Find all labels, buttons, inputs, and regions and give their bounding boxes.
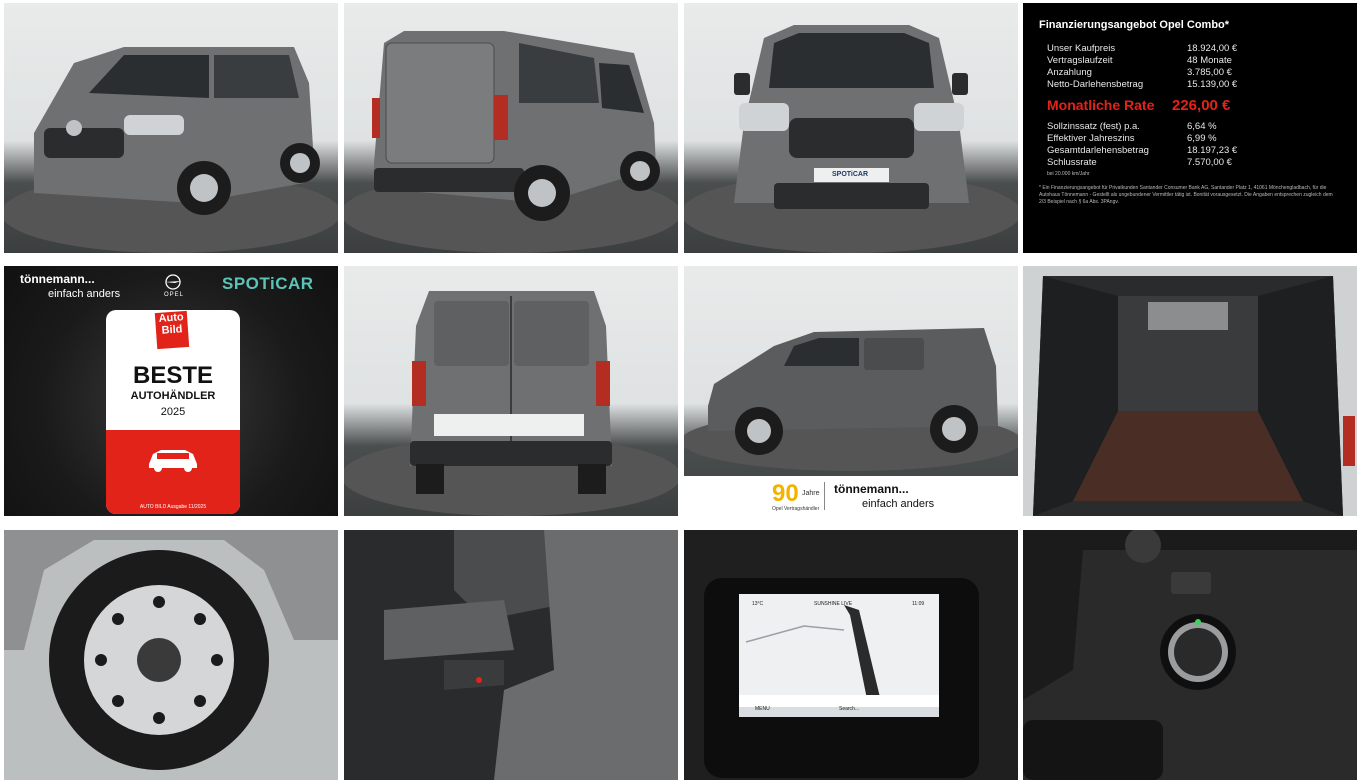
- car-icon: [149, 450, 197, 472]
- screen-time: 11:09: [912, 601, 925, 607]
- gallery-award-badge[interactable]: tönnemann... einfach anders OPEL SPOTiCA…: [4, 266, 338, 516]
- spoticar-logo: SPOTiCAR: [222, 274, 314, 293]
- finance-row-value: 48 Monate: [1187, 55, 1232, 66]
- van-front-image: [684, 25, 1018, 253]
- finance-row-value: 15.139,00 €: [1187, 79, 1238, 90]
- opel-brand-text: OPEL: [164, 292, 185, 298]
- gallery-photo-cargo[interactable]: [1023, 266, 1357, 516]
- gallery-photo-seats[interactable]: [344, 530, 678, 780]
- opel-logo-icon: [165, 274, 181, 290]
- van-side-image: [684, 328, 1018, 471]
- gallery-photo-side[interactable]: 90 Jahre Opel Vertragshändler tönnemann.…: [684, 266, 1018, 516]
- gallery-photo-rear-right[interactable]: [344, 3, 678, 253]
- auto-bild-badge: Auto Bild BESTE AUTOHÄNDLER 2025 AUTO BI…: [106, 310, 240, 514]
- badge-subtitle: AUTOHÄNDLER: [130, 390, 216, 402]
- monthly-rate-value: 226,00 €: [1172, 97, 1231, 114]
- finance-row-label: Effektiver Jahreszins: [1047, 133, 1135, 144]
- opel-dealer-label: Opel Vertragshändler: [772, 506, 820, 512]
- finance-row: Sollzinssatz (fest) p.a. 6,64 %: [1047, 121, 1217, 132]
- finance-row-label: Anzahlung: [1047, 67, 1092, 78]
- finance-row-value: 18.924,00 €: [1187, 43, 1238, 54]
- finance-title: Finanzierungsangebot Opel Combo*: [1039, 19, 1230, 31]
- gallery-photo-gear-selector[interactable]: [1023, 530, 1357, 780]
- mileage-note: bei 20.000 km/Jahr: [1047, 171, 1090, 177]
- van-rear-image: [344, 291, 678, 516]
- gallery-photo-wheel[interactable]: [4, 530, 338, 780]
- finance-row: Anzahlung 3.785,00 €: [1047, 67, 1232, 78]
- gallery-photo-front-left[interactable]: [4, 3, 338, 253]
- dealer-logo-text: tönnemann...: [834, 482, 909, 496]
- screen-search-field[interactable]: Search...: [839, 706, 859, 712]
- dealer-slogan: einfach anders: [48, 288, 121, 300]
- finance-row: Gesamtdarlehensbetrag 18.197,23 €: [1047, 145, 1237, 156]
- anniversary-number: 90: [772, 480, 799, 507]
- gallery-photo-rear[interactable]: [344, 266, 678, 516]
- finance-row: Schlussrate 7.570,00 €: [1047, 157, 1232, 168]
- front-plate-text: SPOTiCAR: [832, 171, 869, 178]
- gear-selector-image: [1023, 530, 1357, 780]
- badge-red-band: AUTO BILD Ausgabe 11/2025: [106, 430, 240, 514]
- finance-row-value: 18.197,23 €: [1187, 145, 1238, 156]
- finance-row-label: Vertragslaufzeit: [1047, 55, 1113, 66]
- finance-row-value: 7.570,00 €: [1187, 157, 1232, 168]
- badge-headline: BESTE: [132, 362, 213, 389]
- finance-row-label: Netto-Darlehensbetrag: [1047, 79, 1144, 90]
- footer-divider: [824, 482, 825, 510]
- dealer-logo-text: tönnemann...: [20, 272, 95, 286]
- screen-temperature: 13°C: [752, 601, 764, 607]
- dealer-slogan: einfach anders: [862, 498, 935, 510]
- finance-row-value: 6,64 %: [1187, 121, 1217, 132]
- finance-row: Vertragslaufzeit 48 Monate: [1047, 55, 1232, 66]
- infotainment-image: [684, 530, 1018, 780]
- finance-row-label: Unser Kaufpreis: [1047, 43, 1116, 54]
- van-rear-right-image: [344, 31, 678, 253]
- cargo-area-image: [1023, 266, 1357, 516]
- finance-row-label: Gesamtdarlehensbetrag: [1047, 145, 1149, 156]
- badge-issue: AUTO BILD Ausgabe 11/2025: [139, 504, 207, 510]
- badge-year: 2025: [160, 406, 186, 418]
- monthly-rate-label: Monatliche Rate: [1047, 97, 1155, 113]
- van-front-left-image: [4, 47, 338, 253]
- dealer-footer-band: 90 Jahre Opel Vertragshändler tönnemann.…: [684, 476, 1018, 516]
- finance-row-value: 6,99 %: [1187, 133, 1217, 144]
- auto-bild-logo: Auto Bild: [154, 310, 190, 350]
- finance-footnote: * Ein Finanzierungsangebot für Privatkun…: [1039, 185, 1333, 205]
- finance-offer-panel[interactable]: Finanzierungsangebot Opel Combo* Unser K…: [1023, 3, 1357, 253]
- finance-row: Effektiver Jahreszins 6,99 %: [1047, 133, 1217, 144]
- finance-row-label: Sollzinssatz (fest) p.a.: [1047, 121, 1140, 132]
- finance-row: Netto-Darlehensbetrag 15.139,00 €: [1047, 79, 1237, 90]
- gallery-photo-front[interactable]: SPOTiCAR: [684, 3, 1018, 253]
- finance-row: Unser Kaufpreis 18.924,00 €: [1047, 43, 1237, 54]
- screen-station: SUNSHINE LIVE: [814, 601, 853, 607]
- finance-row-value: 3.785,00 €: [1187, 67, 1232, 78]
- gallery-photo-infotainment[interactable]: 13°C SUNSHINE LIVE 11:09 MENU Search...: [684, 530, 1018, 780]
- seats-image: [344, 530, 678, 780]
- screen-menu-button[interactable]: MENU: [755, 706, 770, 712]
- monthly-rate: Monatliche Rate 226,00 €: [1047, 97, 1230, 114]
- wheel-image: [4, 530, 338, 780]
- anniversary-label: Jahre: [802, 490, 820, 497]
- finance-row-label: Schlussrate: [1047, 157, 1097, 168]
